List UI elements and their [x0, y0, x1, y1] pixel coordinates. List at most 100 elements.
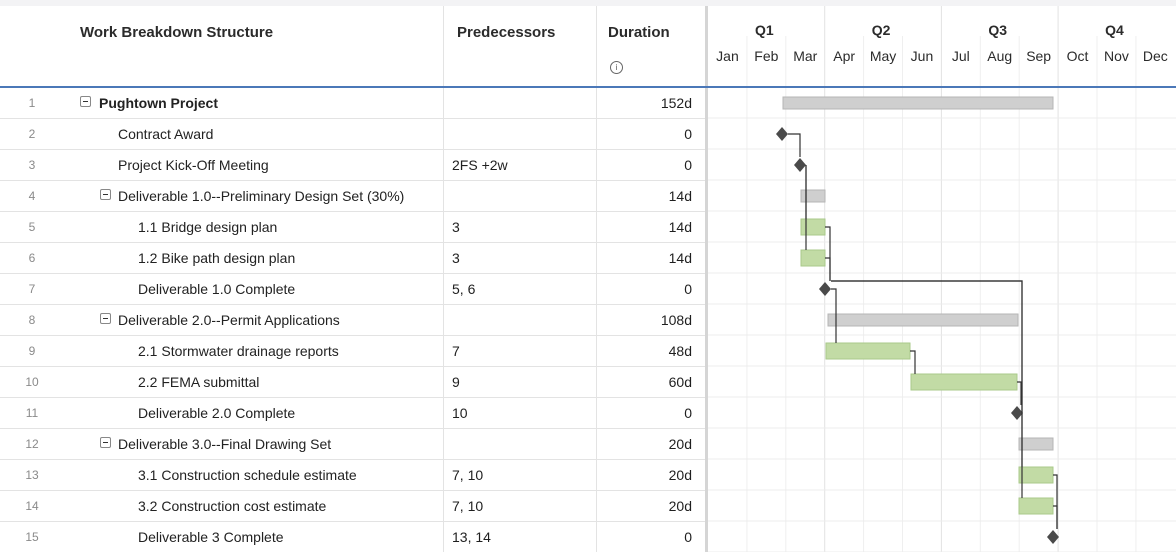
duration-cell[interactable]: 14d: [600, 250, 692, 266]
predecessors-cell[interactable]: 2FS +2w: [452, 157, 508, 173]
predecessors-cell[interactable]: 7, 10: [452, 467, 483, 483]
duration-cell[interactable]: 108d: [600, 312, 692, 328]
predecessors-cell[interactable]: 7: [452, 343, 460, 359]
column-header-duration[interactable]: Duration: [608, 24, 670, 41]
duration-cell[interactable]: 48d: [600, 343, 692, 359]
task-name[interactable]: Deliverable 1.0--Preliminary Design Set …: [118, 188, 404, 204]
table-row[interactable]: 14 3.2 Construction cost estimate 7, 10 20d: [0, 491, 706, 522]
table-row[interactable]: 11 Deliverable 2.0 Complete 10 0: [0, 398, 706, 429]
task-name[interactable]: Deliverable 2.0 Complete: [138, 405, 295, 421]
task-bar: [825, 342, 911, 360]
table-row[interactable]: 2 Contract Award 0: [0, 119, 706, 150]
table-row[interactable]: 1 Pughtown Project 152d: [0, 88, 706, 119]
task-name[interactable]: 1.1 Bridge design plan: [138, 219, 277, 235]
predecessors-cell[interactable]: 7, 10: [452, 498, 483, 514]
table-row[interactable]: 9 2.1 Stormwater drainage reports 7 48d: [0, 336, 706, 367]
info-icon[interactable]: i: [610, 61, 623, 74]
row-number: 15: [25, 530, 39, 544]
table-row[interactable]: 4 Deliverable 1.0--Preliminary Design Set…: [0, 181, 706, 212]
duration-cell[interactable]: 0: [600, 157, 692, 173]
row-number: 5: [28, 220, 36, 234]
duration-cell[interactable]: 60d: [600, 374, 692, 390]
collapse-toggle-icon[interactable]: [100, 189, 111, 200]
table-row[interactable]: 5 1.1 Bridge design plan 3 14d: [0, 212, 706, 243]
task-name[interactable]: Deliverable 3.0--Final Drawing Set: [118, 436, 331, 452]
table-row[interactable]: 10 2.2 FEMA submittal 9 60d: [0, 367, 706, 398]
quarter-label: Q1: [755, 22, 774, 38]
row-number: 13: [25, 468, 39, 482]
month-label: Dec: [1143, 48, 1168, 64]
month-label: Jan: [716, 48, 739, 64]
duration-cell[interactable]: 152d: [600, 95, 692, 111]
column-header-wbs[interactable]: Work Breakdown Structure: [80, 24, 273, 41]
month-label: Sep: [1026, 48, 1051, 64]
task-name[interactable]: 1.2 Bike path design plan: [138, 250, 295, 266]
collapse-toggle-icon[interactable]: [100, 437, 111, 448]
predecessors-cell[interactable]: 9: [452, 374, 460, 390]
dependency-arrow: [825, 257, 831, 281]
predecessors-cell[interactable]: 3: [452, 250, 460, 266]
predecessors-cell[interactable]: 5, 6: [452, 281, 475, 297]
table-row[interactable]: 13 3.1 Construction schedule estimate 7, 1…: [0, 460, 706, 491]
duration-cell[interactable]: 0: [600, 281, 692, 297]
milestone-icon: [794, 158, 806, 172]
row-number: 3: [28, 158, 36, 172]
row-number: 10: [25, 375, 39, 389]
month-label: Feb: [754, 48, 778, 64]
duration-cell[interactable]: 0: [600, 529, 692, 545]
month-label: Nov: [1104, 48, 1129, 64]
duration-cell[interactable]: 0: [600, 405, 692, 421]
predecessors-cell[interactable]: 3: [452, 219, 460, 235]
duration-cell[interactable]: 14d: [600, 219, 692, 235]
row-number: 4: [28, 189, 36, 203]
table-row[interactable]: 6 1.2 Bike path design plan 3 14d: [0, 243, 706, 274]
collapse-toggle-icon[interactable]: [80, 96, 91, 107]
row-number: 9: [28, 344, 36, 358]
table-row[interactable]: 12 Deliverable 3.0--Final Drawing Set 20d: [0, 429, 706, 460]
month-label: May: [870, 48, 896, 64]
task-bar: [1018, 497, 1054, 515]
column-header-predecessors[interactable]: Predecessors: [457, 24, 555, 41]
duration-cell[interactable]: 0: [600, 126, 692, 142]
duration-cell[interactable]: 20d: [600, 436, 692, 452]
task-name[interactable]: 2.2 FEMA submittal: [138, 374, 259, 390]
row-number: 6: [28, 251, 36, 265]
milestone-icon: [1047, 530, 1059, 544]
predecessors-cell[interactable]: 13, 14: [452, 529, 491, 545]
table-row[interactable]: 7 Deliverable 1.0 Complete 5, 6 0: [0, 274, 706, 305]
summary-bar: [1018, 437, 1054, 451]
task-name[interactable]: 3.2 Construction cost estimate: [138, 498, 326, 514]
task-bar: [910, 373, 1018, 391]
month-label: Apr: [833, 48, 855, 64]
row-number: 14: [25, 499, 39, 513]
month-label: Jun: [911, 48, 934, 64]
task-name[interactable]: Project Kick-Off Meeting: [118, 157, 269, 173]
table-row[interactable]: 8 Deliverable 2.0--Permit Applications 108…: [0, 305, 706, 336]
row-number: 11: [25, 406, 39, 420]
dependency-arrow: [1053, 505, 1058, 529]
task-name[interactable]: Deliverable 2.0--Permit Applications: [118, 312, 340, 328]
collapse-toggle-icon[interactable]: [100, 313, 111, 324]
task-name[interactable]: 2.1 Stormwater drainage reports: [138, 343, 339, 359]
task-name[interactable]: Deliverable 1.0 Complete: [138, 281, 295, 297]
grid-header: Work Breakdown Structure Predecessors Du…: [0, 6, 706, 86]
task-bar: [800, 218, 826, 236]
task-name[interactable]: Deliverable 3 Complete: [138, 529, 284, 545]
task-name[interactable]: 3.1 Construction schedule estimate: [138, 467, 357, 483]
task-name[interactable]: Pughtown Project: [99, 95, 218, 111]
task-name[interactable]: Contract Award: [118, 126, 213, 142]
row-number: 2: [28, 127, 36, 141]
project-sheet: Work Breakdown Structure Predecessors Du…: [0, 6, 1176, 552]
table-row[interactable]: 3 Project Kick-Off Meeting 2FS +2w 0: [0, 150, 706, 181]
month-label: Jul: [952, 48, 970, 64]
predecessors-cell[interactable]: 10: [452, 405, 468, 421]
duration-cell[interactable]: 14d: [600, 188, 692, 204]
duration-cell[interactable]: 20d: [600, 498, 692, 514]
table-row[interactable]: 15 Deliverable 3 Complete 13, 14 0: [0, 522, 706, 552]
quarter-label: Q3: [988, 22, 1007, 38]
quarter-label: Q4: [1105, 22, 1124, 38]
month-label: Oct: [1067, 48, 1089, 64]
duration-cell[interactable]: 20d: [600, 467, 692, 483]
row-number: 12: [25, 437, 39, 451]
milestone-icon: [819, 282, 831, 296]
